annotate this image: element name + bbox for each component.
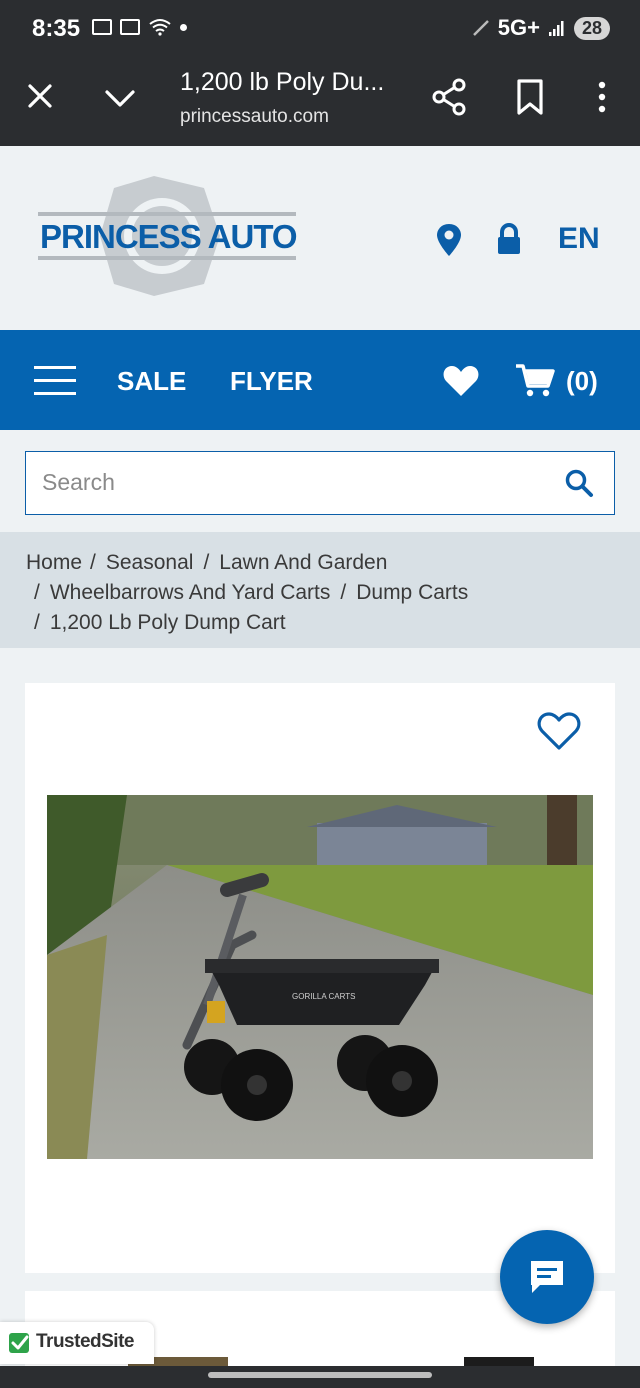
product-image[interactable]: GORILLA CARTS (47, 795, 593, 1159)
chevron-down-icon[interactable] (102, 80, 138, 116)
product-card: GORILLA CARTS (25, 683, 615, 1273)
wifi-icon (149, 19, 171, 36)
breadcrumb-current: 1,200 Lb Poly Dump Cart (49, 611, 286, 634)
share-icon[interactable] (430, 78, 468, 116)
chat-button[interactable] (500, 1230, 594, 1324)
trustedsite-badge[interactable]: TrustedSite (0, 1322, 154, 1364)
notification-dot-icon (180, 23, 187, 31)
ge-app-icon (120, 19, 140, 35)
checkmark-icon (9, 1333, 29, 1353)
browser-toolbar: 1,200 lb Poly Du... princessauto.com (0, 58, 640, 146)
trustedsite-label: TrustedSite (36, 1331, 134, 1352)
cart-count[interactable]: (0) (566, 366, 598, 397)
breadcrumb-separator: / (34, 611, 40, 634)
language-toggle[interactable]: EN (558, 222, 600, 256)
more-menu-icon[interactable] (584, 78, 620, 116)
search-icon[interactable] (564, 468, 594, 498)
search-area (0, 430, 640, 532)
calendar-icon (92, 19, 112, 35)
breadcrumb-wheelbarrows[interactable]: Wheelbarrows And Yard Carts (50, 581, 331, 604)
breadcrumb: Home / Seasonal / Lawn And Garden / Wheelbarr… (0, 532, 640, 648)
data-saver-icon (472, 20, 489, 36)
page-url[interactable]: princessauto.com (180, 106, 329, 128)
breadcrumb-separator: / (34, 581, 40, 604)
bookmark-icon[interactable] (512, 78, 548, 116)
breadcrumb-separator: / (340, 581, 347, 604)
breadcrumb-lawn-and-garden[interactable]: Lawn And Garden (219, 551, 387, 574)
breadcrumb-separator: / (90, 551, 96, 574)
status-bar: 8:35 5G+ 28 (0, 0, 640, 58)
breadcrumb-dump-carts[interactable]: Dump Carts (356, 581, 468, 604)
add-to-wishlist-heart-icon[interactable] (537, 711, 581, 751)
main-nav: SALE FLYER (0) (0, 330, 640, 430)
battery-badge: 28 (573, 16, 610, 40)
breadcrumb-separator: / (203, 551, 210, 574)
chat-bubble-icon (531, 1261, 563, 1293)
home-gesture-handle[interactable] (208, 1372, 432, 1378)
cart-brand-label: GORILLA CARTS (292, 992, 355, 1001)
location-pin-icon[interactable] (434, 222, 464, 258)
breadcrumb-home[interactable]: Home (26, 551, 82, 574)
wishlist-heart-icon[interactable] (442, 364, 480, 398)
search-input[interactable] (26, 452, 546, 513)
nav-flyer-link[interactable]: FLYER (230, 366, 313, 397)
status-right: 5G+ 28 (472, 15, 610, 41)
nav-sale-link[interactable]: SALE (117, 366, 186, 397)
breadcrumb-seasonal[interactable]: Seasonal (106, 551, 194, 574)
search-box (25, 451, 615, 515)
hamburger-menu-icon[interactable] (34, 366, 76, 396)
gesture-bar (0, 1366, 640, 1388)
logo-text: PRINCESS AUTO (40, 218, 298, 255)
status-time: 8:35 (32, 15, 81, 42)
page-title: 1,200 lb Poly Du... (180, 68, 385, 96)
network-label: 5G+ (497, 15, 540, 40)
notification-icons (92, 18, 187, 36)
site-header: PRINCESS AUTO EN (0, 146, 640, 330)
close-icon[interactable] (22, 78, 58, 114)
lock-icon[interactable] (494, 222, 524, 258)
signal-icon (548, 21, 564, 36)
cart-icon[interactable] (514, 362, 556, 398)
